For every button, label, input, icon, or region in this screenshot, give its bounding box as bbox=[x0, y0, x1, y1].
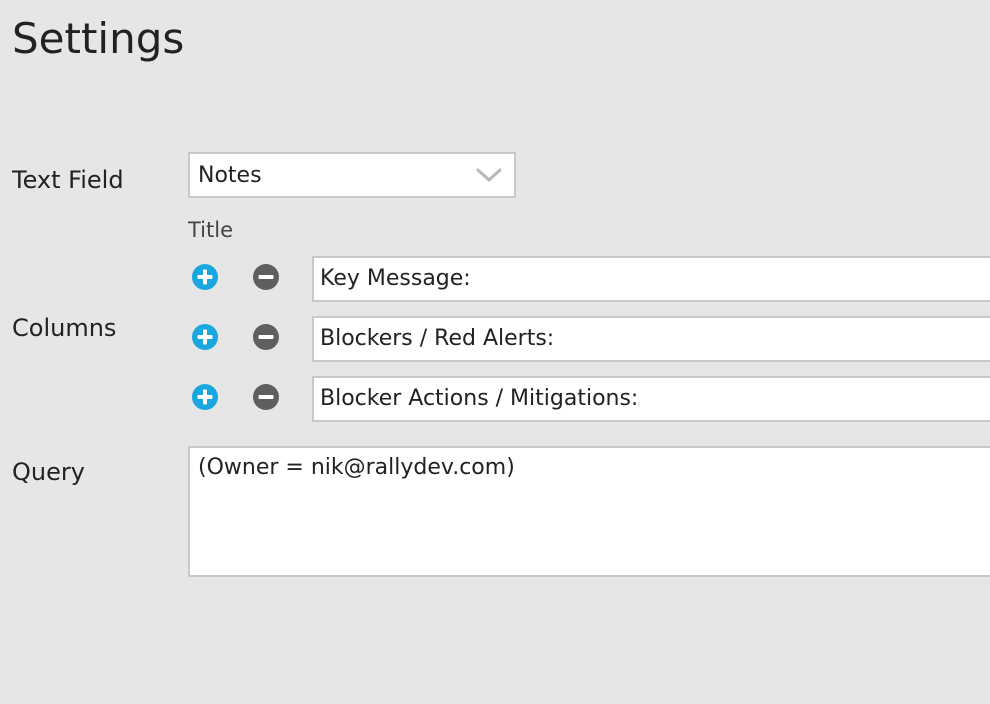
column-title-input[interactable]: Blocker Actions / Mitigations: bbox=[312, 376, 990, 422]
column-title-input[interactable]: Blockers / Red Alerts: bbox=[312, 316, 990, 362]
page-title: Settings bbox=[12, 14, 185, 63]
text-field-label: Text Field bbox=[12, 166, 124, 194]
settings-page: Settings Text Field Notes Title Columns bbox=[0, 0, 990, 704]
plus-circle-icon[interactable] bbox=[190, 382, 220, 412]
minus-circle-icon[interactable] bbox=[251, 382, 281, 412]
chevron-down-icon bbox=[476, 167, 502, 183]
text-field-selected-value: Notes bbox=[198, 163, 262, 188]
plus-circle-icon[interactable] bbox=[190, 262, 220, 292]
column-row: Blockers / Red Alerts: bbox=[190, 316, 990, 364]
column-row: Key Message: bbox=[190, 256, 990, 304]
column-title-input[interactable]: Key Message: bbox=[312, 256, 990, 302]
text-field-dropdown[interactable]: Notes bbox=[188, 152, 516, 198]
plus-circle-icon[interactable] bbox=[190, 322, 220, 352]
query-label: Query bbox=[12, 458, 85, 486]
columns-title-header: Title bbox=[188, 218, 234, 242]
minus-circle-icon[interactable] bbox=[251, 322, 281, 352]
minus-circle-icon[interactable] bbox=[251, 262, 281, 292]
column-row: Blocker Actions / Mitigations: bbox=[190, 376, 990, 424]
columns-label: Columns bbox=[12, 314, 117, 342]
query-textarea[interactable]: (Owner = nik@rallydev.com) bbox=[188, 446, 990, 577]
